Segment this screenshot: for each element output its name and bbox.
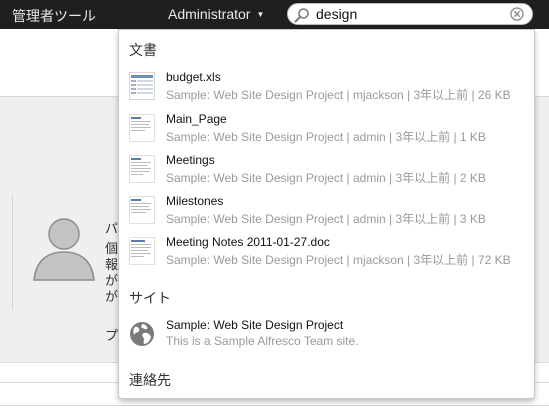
sites-section-heading: サイト <box>129 290 171 306</box>
document-title[interactable]: Meeting Notes 2011-01-27.doc <box>166 235 330 249</box>
globe-icon <box>130 322 154 346</box>
document-thumbnail-icon <box>129 196 155 224</box>
profile-text-6: プ <box>105 328 119 343</box>
documents-section-heading: 文書 <box>129 42 157 58</box>
site-result[interactable]: Sample: Web Site Design Project This is … <box>129 318 529 354</box>
document-thumbnail-icon <box>129 155 155 183</box>
spreadsheet-thumbnail-icon <box>129 72 155 100</box>
document-result[interactable]: Main_Page Sample: Web Site Design Projec… <box>129 112 529 148</box>
profile-text-5: が <box>105 289 119 304</box>
search-input[interactable] <box>316 6 496 22</box>
document-meta: Sample: Web Site Design Project | admin … <box>166 130 486 144</box>
divider <box>0 405 549 406</box>
document-meta: Sample: Web Site Design Project | mjacks… <box>166 253 511 267</box>
document-title[interactable]: budget.xls <box>166 70 221 84</box>
document-result[interactable]: budget.xls Sample: Web Site Design Proje… <box>129 70 529 106</box>
caret-down-icon: ▼ <box>256 10 265 19</box>
document-meta: Sample: Web Site Design Project | mjacks… <box>166 88 511 102</box>
document-title[interactable]: Milestones <box>166 194 223 208</box>
document-result[interactable]: Meetings Sample: Web Site Design Project… <box>129 153 529 189</box>
site-description: This is a Sample Alfresco Team site. <box>166 334 359 348</box>
document-result[interactable]: Meeting Notes 2011-01-27.doc Sample: Web… <box>129 235 529 271</box>
document-thumbnail-icon <box>129 114 155 142</box>
user-name: Administrator <box>168 6 251 22</box>
clear-search-icon[interactable] <box>510 7 524 21</box>
document-thumbnail-icon <box>129 237 155 265</box>
document-title[interactable]: Meetings <box>166 153 215 167</box>
user-avatar-icon <box>33 218 95 281</box>
admin-tools-link[interactable]: 管理者ツール <box>12 6 96 26</box>
search-box[interactable] <box>287 3 533 25</box>
live-search-dropdown: 文書 budget.xls Sample: Web Site Design Pr… <box>118 29 535 399</box>
user-menu[interactable]: Administrator ▼ <box>168 6 264 22</box>
document-meta: Sample: Web Site Design Project | admin … <box>166 212 486 226</box>
people-section-heading: 連絡先 <box>129 372 171 388</box>
document-result[interactable]: Milestones Sample: Web Site Design Proje… <box>129 194 529 230</box>
top-header: 管理者ツール Administrator ▼ <box>0 0 549 29</box>
search-icon <box>294 8 309 23</box>
document-title[interactable]: Main_Page <box>166 112 227 126</box>
profile-text-1: パ <box>105 221 119 236</box>
site-title[interactable]: Sample: Web Site Design Project <box>166 318 343 332</box>
document-meta: Sample: Web Site Design Project | admin … <box>166 171 486 185</box>
